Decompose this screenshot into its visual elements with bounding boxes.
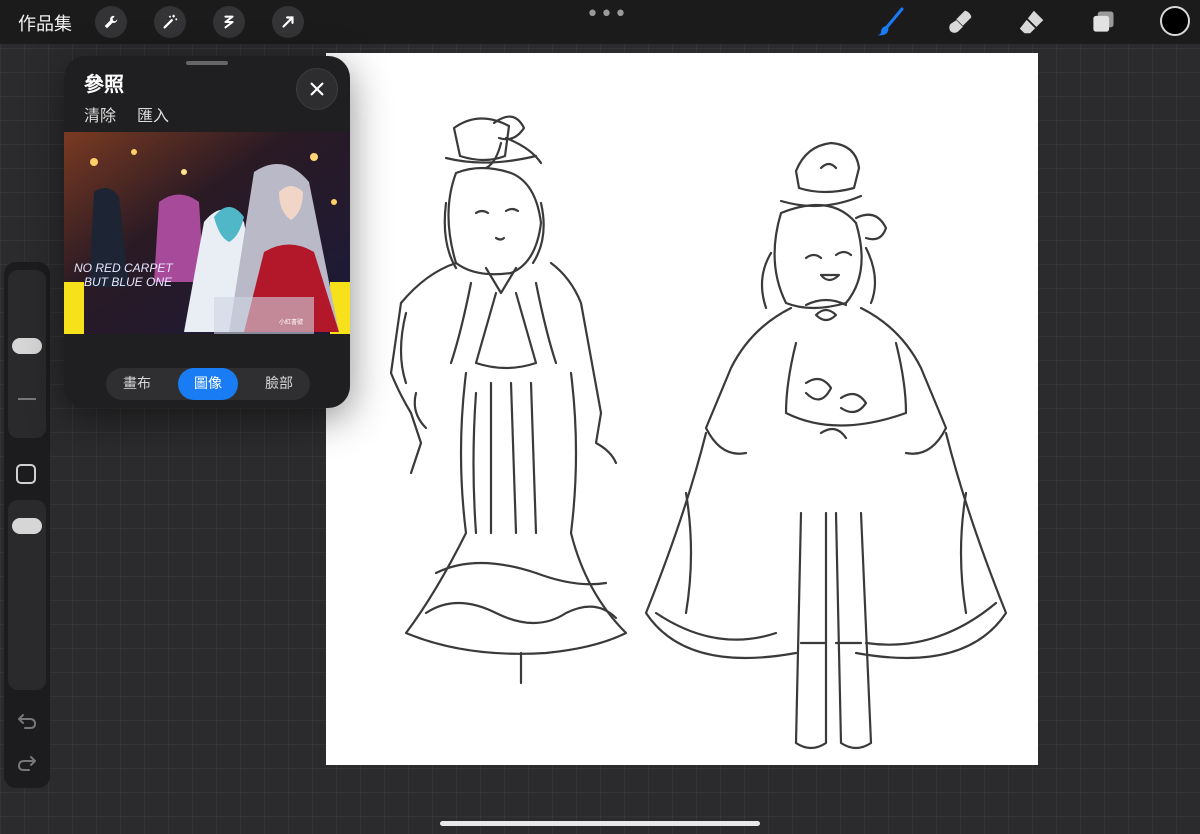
import-button[interactable]: 匯入 [137, 102, 169, 126]
gallery-button[interactable]: 作品集 [18, 10, 72, 36]
transform-arrow-icon[interactable] [272, 6, 304, 38]
magic-wand-icon[interactable] [154, 6, 186, 38]
reference-mode-segmented-control: 畫布 圖像 臉部 [106, 368, 310, 400]
slider-divider [18, 398, 36, 400]
reference-title: 參照 [84, 72, 124, 96]
brush-size-slider[interactable] [8, 270, 46, 438]
opacity-thumb[interactable] [12, 518, 42, 534]
color-swatch[interactable] [1160, 6, 1190, 36]
close-button[interactable] [296, 68, 338, 110]
redo-icon[interactable] [16, 752, 38, 774]
left-sidebar [4, 262, 50, 788]
layers-icon[interactable] [1087, 6, 1119, 38]
smudge-icon[interactable] [945, 6, 977, 38]
top-toolbar: 作品集 ••• [0, 0, 1200, 44]
reference-corner-text: 小紅書號 [279, 318, 303, 326]
reference-panel[interactable]: 參照 清除 匯入 NO RED CARPET BUT BLUE ONE 小紅書號… [64, 56, 350, 408]
brush-icon[interactable] [874, 6, 906, 38]
tab-canvas[interactable]: 畫布 [106, 368, 168, 400]
wrench-icon[interactable] [95, 6, 127, 38]
reference-text-1: NO RED CARPET [74, 261, 174, 275]
more-options-icon[interactable]: ••• [586, 2, 628, 27]
panel-grabber[interactable] [186, 61, 228, 65]
modify-button[interactable] [16, 464, 36, 484]
close-icon [310, 82, 324, 96]
eraser-icon[interactable] [1016, 6, 1048, 38]
brush-size-thumb[interactable] [12, 338, 42, 354]
home-indicator[interactable] [440, 821, 760, 826]
undo-icon[interactable] [16, 710, 38, 732]
selection-icon[interactable] [213, 6, 245, 38]
reference-image: NO RED CARPET BUT BLUE ONE 小紅書號 [64, 132, 350, 334]
tab-face[interactable]: 臉部 [248, 368, 310, 400]
drawing-canvas[interactable] [326, 53, 1038, 765]
sketch-drawing [389, 115, 1008, 750]
clear-button[interactable]: 清除 [84, 102, 116, 126]
tab-image[interactable]: 圖像 [178, 368, 238, 400]
reference-text-2: BUT BLUE ONE [84, 275, 173, 289]
opacity-slider[interactable] [8, 500, 46, 690]
